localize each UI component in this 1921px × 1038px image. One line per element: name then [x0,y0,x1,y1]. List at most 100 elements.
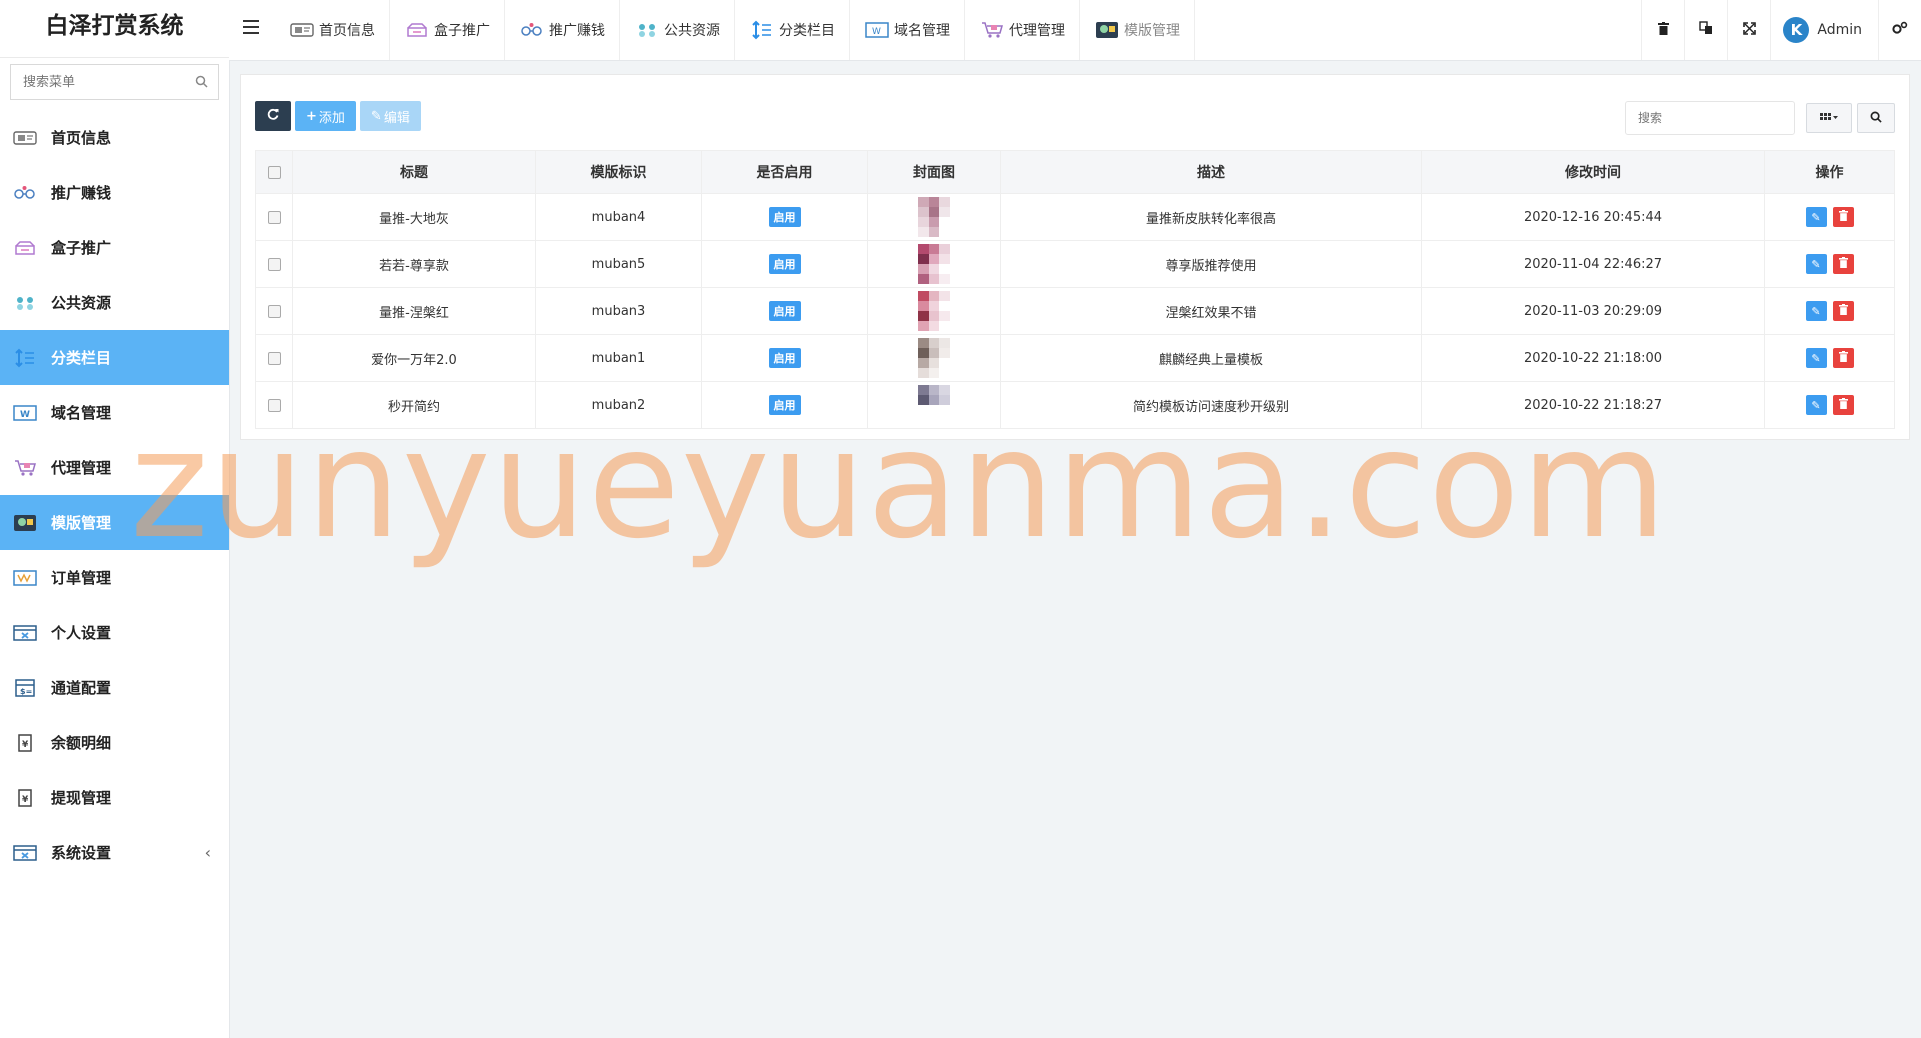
sidebar-item-6[interactable]: W 域名管理 [0,385,229,440]
cell-enabled: 启用 [701,287,868,335]
agent-icon [12,457,38,479]
tab-label: 模版管理 [1124,23,1180,39]
promote-earn-icon [519,20,545,40]
row-edit-button[interactable]: ✎ [1805,395,1827,415]
table-row[interactable]: 量推-大地灰 muban4 启用 量推新皮肤转化率很高 2020-12-16 20:45… [255,193,1895,241]
status-badge[interactable]: 启用 [768,395,801,415]
row-delete-button[interactable] [1832,301,1854,321]
row-checkbox[interactable] [267,351,281,365]
edit-button[interactable]: ✎ 编辑 [359,101,421,131]
cover-thumbnail[interactable] [918,197,950,237]
select-all-checkbox[interactable] [267,165,281,179]
sidebar-item-label: 代理管理 [51,459,112,477]
status-badge[interactable]: 启用 [768,207,801,227]
select-all-cell[interactable] [255,150,293,194]
sidebar-item-10[interactable]: 个人设置 [0,605,229,660]
menu-toggle-icon[interactable] [243,20,259,38]
cell-enabled: 启用 [701,334,868,382]
sidebar-item-13[interactable]: ¥ 提现管理 [0,770,229,825]
row-checkbox[interactable] [267,257,281,271]
col-title[interactable]: 标题 [292,150,536,194]
table-row[interactable]: 若若-尊享款 muban5 启用 尊享版推荐使用 2020-11-04 22:46:27… [255,240,1895,288]
row-edit-button[interactable]: ✎ [1805,348,1827,368]
sidebar-item-4[interactable]: 公共资源 [0,275,229,330]
menu-search-box[interactable] [10,64,219,100]
table-row[interactable]: 爱你一万年2.0 muban1 启用 麒麟经典上量模板 2020-10-22 21:18… [255,334,1895,382]
translate-button[interactable] [1684,0,1727,60]
sidebar-item-7[interactable]: 代理管理 [0,440,229,495]
status-badge[interactable]: 启用 [768,254,801,274]
refresh-button[interactable] [255,101,291,131]
row-select-cell[interactable] [255,240,293,288]
cover-thumbnail[interactable] [918,244,950,284]
cell-modified: 2020-10-22 21:18:27 [1421,381,1765,429]
col-cover[interactable]: 封面图 [867,150,1001,194]
search-button[interactable] [1857,103,1895,133]
row-delete-button[interactable] [1832,254,1854,274]
row-edit-button[interactable]: ✎ [1805,207,1827,227]
cell-title: 量推-涅槃红 [292,287,536,335]
settings-button[interactable] [1879,0,1921,60]
clear-cache-button[interactable] [1641,0,1684,60]
trash-icon [1657,21,1669,39]
tab-7[interactable]: 代理管理 [965,0,1080,60]
sidebar-item-label: 提现管理 [51,789,112,807]
tab-3[interactable]: 推广赚钱 [505,0,620,60]
row-select-cell[interactable] [255,381,293,429]
sidebar-item-label: 订单管理 [51,569,112,587]
row-select-cell[interactable] [255,334,293,382]
cover-thumbnail[interactable] [918,385,950,425]
tab-1[interactable]: 首页信息 [275,0,390,60]
table-search-box[interactable] [1625,101,1795,135]
tab-2[interactable]: 盒子推广 [390,0,505,60]
status-badge[interactable]: 启用 [768,348,801,368]
sidebar-item-1[interactable]: 首页信息 [0,110,229,165]
columns-toggle-button[interactable] [1806,103,1852,133]
fullscreen-button[interactable] [1727,0,1770,60]
gears-icon [1892,21,1908,39]
sidebar-menu: 首页信息推广赚钱盒子推广 公共资源 分类栏目 W 域名管理代理管理模版管理订单管理个人设… [0,110,229,880]
cover-thumbnail[interactable] [918,338,950,378]
menu-search-input[interactable] [11,65,183,99]
row-delete-button[interactable] [1832,207,1854,227]
sidebar-item-8[interactable]: 模版管理 [0,495,229,550]
cell-desc: 尊享版推荐使用 [1000,240,1422,288]
row-delete-button[interactable] [1832,348,1854,368]
sidebar-item-2[interactable]: 推广赚钱 [0,165,229,220]
col-enabled[interactable]: 是否启用 [701,150,868,194]
row-edit-button[interactable]: ✎ [1805,301,1827,321]
plus-icon: + [306,108,317,124]
sidebar-item-14[interactable]: 系统设置 ‹ [0,825,229,880]
row-checkbox[interactable] [267,398,281,412]
cell-modified: 2020-11-03 20:29:09 [1421,287,1765,335]
col-desc[interactable]: 描述 [1000,150,1422,194]
sidebar-item-9[interactable]: 订单管理 [0,550,229,605]
row-edit-button[interactable]: ✎ [1805,254,1827,274]
add-button[interactable]: + 添加 [295,101,356,131]
sidebar-item-12[interactable]: ¥ 余额明细 [0,715,229,770]
cell-cover [867,240,1001,288]
table-search-input[interactable] [1626,110,1790,126]
table-row[interactable]: 秒开简约 muban2 启用 简约模板访问速度秒开级别 2020-10-22 21:18… [255,381,1895,429]
cell-enabled: 启用 [701,240,868,288]
tab-5[interactable]: 分类栏目 [735,0,850,60]
sidebar-item-5[interactable]: 分类栏目 [0,330,229,385]
row-checkbox[interactable] [267,304,281,318]
col-key[interactable]: 模版标识 [535,150,702,194]
sidebar-item-label: 推广赚钱 [51,184,112,202]
search-icon[interactable] [195,74,208,92]
row-select-cell[interactable] [255,193,293,241]
row-delete-button[interactable] [1832,395,1854,415]
user-menu[interactable]: K Admin [1770,0,1879,60]
tab-4[interactable]: 公共资源 [620,0,735,60]
row-select-cell[interactable] [255,287,293,335]
sidebar-item-3[interactable]: 盒子推广 [0,220,229,275]
tab-6[interactable]: W 域名管理 [850,0,965,60]
status-badge[interactable]: 启用 [768,301,801,321]
row-checkbox[interactable] [267,210,281,224]
table-row[interactable]: 量推-涅槃红 muban3 启用 涅槃红效果不错 2020-11-03 20:29:09… [255,287,1895,335]
tab-8[interactable]: 模版管理 [1080,0,1195,60]
col-modified[interactable]: 修改时间 [1421,150,1765,194]
cover-thumbnail[interactable] [918,291,950,331]
sidebar-item-11[interactable]: $= 通道配置 [0,660,229,715]
